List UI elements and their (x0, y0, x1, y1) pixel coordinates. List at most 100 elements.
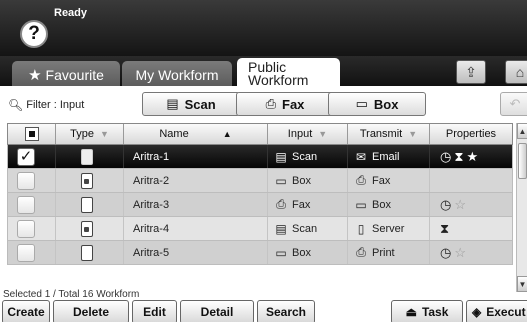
import-icon[interactable]: ⇪ (456, 60, 486, 84)
workform-panel: 🔍︎ Filter : Input ▤ Scan ⎙ Fax ▭ Box ↶ T… (0, 86, 527, 322)
row-input: Box (292, 246, 311, 259)
filter-fax-label: Fax (282, 96, 305, 112)
scrollbar-thumb[interactable] (518, 143, 527, 179)
column-header-input-label: Input (287, 128, 313, 140)
box-icon: ▭ (355, 197, 367, 212)
filter-scan-button[interactable]: ▤ Scan (142, 92, 240, 116)
row-name: Aritra-1 (124, 145, 268, 168)
help-button[interactable]: ? (20, 20, 48, 48)
tab-favourite-label: Favourite (45, 66, 104, 83)
row-input: Fax (292, 198, 311, 211)
select-all-checkbox[interactable] (8, 124, 56, 144)
scanner-icon: ▤ (275, 149, 287, 164)
table-row[interactable]: ✓ Aritra-1 ▤ Scan ✉ Email ◷ ⧗ ★ (7, 145, 513, 169)
row-checkbox-checked[interactable]: ✓ (17, 147, 35, 166)
filter-box-label: Box (373, 96, 399, 112)
star-outline-icon: ☆ (454, 244, 466, 260)
execute-icon: ◈ (472, 305, 482, 319)
row-name: Aritra-3 (124, 193, 268, 216)
filter-label-text: Filter : Input (26, 99, 85, 111)
row-checkbox[interactable] (17, 195, 35, 214)
table-row[interactable]: Aritra-3 ⎙ Fax ▭ Box ◷ ☆ (7, 193, 513, 217)
row-checkbox[interactable] (17, 171, 35, 190)
undo-icon[interactable]: ↶ (500, 92, 527, 116)
execute-button-label: Execut (486, 305, 526, 319)
search-button[interactable]: Search (257, 300, 315, 322)
clock-icon: ◷ (440, 148, 452, 164)
status-bar: ? Ready (0, 0, 527, 56)
star-icon: ★ (28, 66, 42, 84)
column-header-transmit[interactable]: Transmit ▼ (348, 124, 430, 144)
row-input: Scan (292, 222, 318, 235)
selection-status: Selected 1 / Total 16 Workform (3, 289, 140, 300)
home-icon[interactable]: ⌂ (505, 60, 527, 84)
clock-icon: ◷ (440, 196, 452, 212)
fax-icon: ⎙ (276, 197, 286, 211)
column-header-properties[interactable]: Properties (430, 124, 512, 144)
box-icon: ▭ (355, 96, 368, 111)
table-row[interactable]: Aritra-2 ▭ Box ⎙ Fax (7, 169, 513, 193)
table-row[interactable]: Aritra-5 ▭ Box ⎙ Print ◷ ☆ (7, 241, 513, 265)
search-button-label: Search (265, 305, 307, 319)
row-transmit: Print (372, 246, 395, 259)
column-header-transmit-label: Transmit (359, 128, 403, 140)
box-icon: ▭ (275, 173, 287, 188)
filter-box-button[interactable]: ▭ Box (328, 92, 426, 116)
scroll-down-icon[interactable]: ▼ (517, 276, 527, 292)
fax-icon: ⎙ (265, 96, 276, 111)
printer-icon: ⎙ (356, 245, 366, 259)
tab-bar: ★ Favourite My Workform Public Workform … (0, 56, 527, 90)
table-scrollbar[interactable]: ▲ ▼ (516, 123, 527, 292)
column-header-type[interactable]: Type ▼ (56, 124, 124, 144)
row-checkbox[interactable] (17, 243, 35, 262)
filter-scan-label: Scan (184, 96, 216, 112)
workform-table: Type ▼ Name ▲ Input ▼ Transmit ▼ Propert… (7, 123, 513, 265)
hourglass-icon: ⧗ (440, 220, 450, 236)
row-name: Aritra-4 (124, 217, 268, 240)
scroll-up-icon[interactable]: ▲ (517, 123, 527, 139)
column-header-name[interactable]: Name ▲ (124, 124, 268, 144)
fax-icon: ⎙ (356, 173, 366, 187)
row-transmit: Fax (372, 174, 391, 187)
detail-button[interactable]: Detail (180, 300, 254, 322)
row-input: Scan (292, 150, 318, 163)
column-header-input[interactable]: Input ▼ (268, 124, 348, 144)
locked-document-icon (81, 220, 93, 237)
sort-down-icon: ▼ (318, 129, 328, 139)
table-row[interactable]: Aritra-4 ▤ Scan ▯ Server ⧗ (7, 217, 513, 241)
filter-label: 🔍︎ Filter : Input (8, 98, 84, 112)
edit-button[interactable]: Edit (132, 300, 177, 322)
locked-document-icon (81, 172, 93, 189)
row-input: Box (292, 174, 311, 187)
create-button[interactable]: Create (2, 300, 50, 322)
task-button-label: Task (421, 305, 449, 319)
row-transmit: Server (372, 222, 405, 235)
task-button[interactable]: ⏏ Task (391, 300, 463, 322)
search-icon: 🔍︎ (8, 98, 24, 112)
document-icon (81, 244, 93, 261)
column-header-name-label: Name (159, 128, 189, 140)
row-name: Aritra-5 (124, 241, 268, 264)
delete-button[interactable]: Delete (53, 300, 129, 322)
document-icon (81, 196, 93, 213)
email-icon: ✉ (355, 149, 367, 164)
column-header-properties-label: Properties (445, 128, 497, 140)
tab-favourite[interactable]: ★ Favourite (12, 61, 120, 88)
row-checkbox[interactable] (17, 219, 35, 238)
sort-down-icon: ▼ (99, 129, 109, 139)
filter-fax-button[interactable]: ⎙ Fax (236, 92, 334, 116)
server-icon: ▯ (357, 221, 365, 236)
tab-my-workform[interactable]: My Workform (122, 61, 232, 88)
tab-my-workform-label: My Workform (135, 66, 219, 83)
column-header-type-label: Type (70, 128, 94, 140)
sort-up-icon: ▲ (222, 129, 232, 139)
detail-button-label: Detail (200, 305, 234, 319)
hourglass-icon: ⧗ (454, 148, 464, 164)
row-transmit: Email (372, 150, 400, 163)
execute-button[interactable]: ◈ Execut (466, 300, 527, 322)
status-text: Ready (54, 7, 88, 19)
row-transmit: Box (372, 198, 391, 211)
scanner-icon: ▤ (166, 96, 179, 111)
document-icon (81, 148, 93, 165)
sort-down-icon: ▼ (408, 129, 418, 139)
